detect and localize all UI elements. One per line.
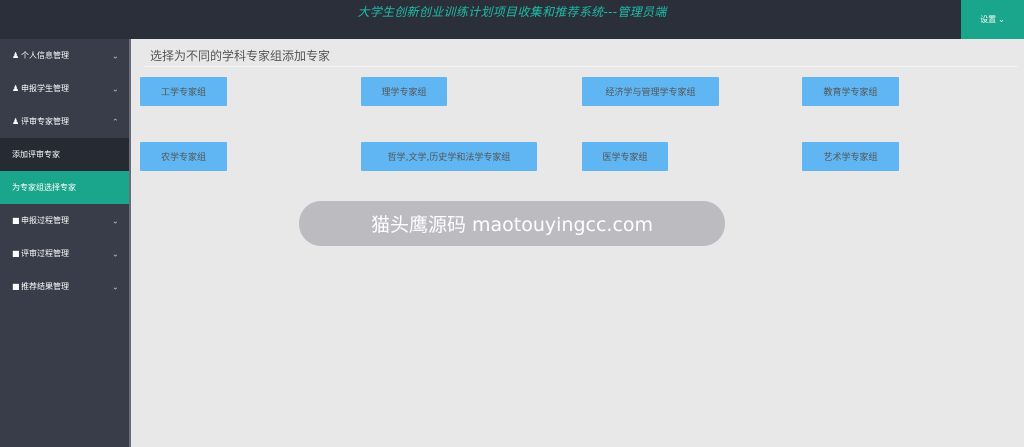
sidebar-subitem-assign-experts[interactable]: 为专家组选择专家 xyxy=(0,171,129,204)
page-title: 选择为不同的学科专家组添加专家 xyxy=(150,49,331,63)
sidebar-subitem-add-expert[interactable]: 添加评审专家 xyxy=(0,138,129,171)
chevron-down-icon: ⌄ xyxy=(112,282,119,291)
sidebar-item-personal-info[interactable]: ♟ 个人信息管理 ⌄ xyxy=(0,39,129,72)
sidebar-item-experts[interactable]: ♟ 评审专家管理 ⌃ xyxy=(0,105,129,138)
app-title: 大学生创新创业训练计划项目收集和推荐系统---管理员端 xyxy=(357,5,667,19)
chevron-down-icon: ⌄ xyxy=(998,15,1005,24)
group-button-education[interactable]: 教育学专家组 xyxy=(802,77,899,106)
watermark-overlay: 猫头鹰源码 maotouyingcc.com xyxy=(299,201,725,246)
group-button-arts[interactable]: 艺术学专家组 xyxy=(802,142,899,171)
sidebar-item-recommendation-results[interactable]: ■ 推荐结果管理 ⌄ xyxy=(0,270,129,303)
chevron-down-icon: ⌄ xyxy=(112,249,119,258)
sidebar-item-label: 推荐结果管理 xyxy=(21,282,69,291)
sidebar-item-label: 个人信息管理 xyxy=(21,51,69,60)
sidebar: ♟ 个人信息管理 ⌄ ♟ 申报学生管理 ⌄ ♟ 评审专家管理 ⌃ 添加评审专家 … xyxy=(0,39,129,447)
chat-icon: ■ xyxy=(12,282,20,291)
group-button-humanities[interactable]: 哲学,文学,历史学和法学专家组 xyxy=(361,142,537,171)
users-icon: ♟ xyxy=(12,117,20,126)
sidebar-item-application-process[interactable]: ■ 申报过程管理 ⌄ xyxy=(0,204,129,237)
user-icon: ♟ xyxy=(12,51,20,60)
chat-icon: ■ xyxy=(12,216,20,225)
heading-divider xyxy=(144,66,1018,67)
chevron-down-icon: ⌄ xyxy=(112,84,119,93)
sidebar-item-label: 评审专家管理 xyxy=(21,117,69,126)
chevron-up-icon: ⌃ xyxy=(112,117,119,126)
sidebar-item-students[interactable]: ♟ 申报学生管理 ⌄ xyxy=(0,72,129,105)
group-button-science[interactable]: 理学专家组 xyxy=(361,77,447,106)
users-icon: ♟ xyxy=(12,84,20,93)
group-button-medicine[interactable]: 医学专家组 xyxy=(582,142,668,171)
chevron-down-icon: ⌄ xyxy=(112,216,119,225)
chat-icon: ■ xyxy=(12,249,20,258)
group-button-agriculture[interactable]: 农学专家组 xyxy=(140,142,227,171)
top-header: 大学生创新创业训练计划项目收集和推荐系统---管理员端 设置 ⌄ xyxy=(0,0,1024,39)
sidebar-item-label: 申报过程管理 xyxy=(21,216,69,225)
chevron-down-icon: ⌄ xyxy=(112,51,119,60)
settings-label: 设置 xyxy=(980,15,997,24)
settings-button[interactable]: 设置 ⌄ xyxy=(961,0,1024,39)
group-button-economics-management[interactable]: 经济学与管理学专家组 xyxy=(582,77,719,106)
sidebar-item-review-process[interactable]: ■ 评审过程管理 ⌄ xyxy=(0,237,129,270)
group-button-engineering[interactable]: 工学专家组 xyxy=(140,77,227,106)
sidebar-item-label: 申报学生管理 xyxy=(21,84,69,93)
sidebar-item-label: 评审过程管理 xyxy=(21,249,69,258)
